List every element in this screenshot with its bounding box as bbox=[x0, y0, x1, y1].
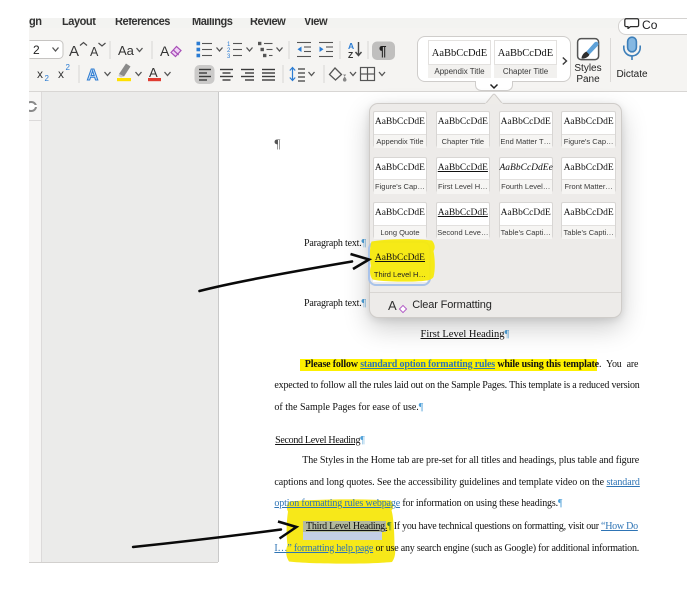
svg-text:Z: Z bbox=[348, 50, 353, 60]
svg-text:x: x bbox=[37, 67, 43, 81]
svg-text:A: A bbox=[69, 43, 79, 60]
svg-text:Aa: Aa bbox=[118, 43, 135, 58]
svg-text:¶: ¶ bbox=[379, 44, 387, 59]
svg-text:x: x bbox=[58, 67, 64, 81]
svg-text:A: A bbox=[149, 65, 158, 80]
svg-text:2: 2 bbox=[45, 74, 50, 83]
svg-text:A: A bbox=[160, 43, 170, 59]
svg-text:3: 3 bbox=[227, 54, 231, 60]
svg-text:A: A bbox=[87, 67, 98, 84]
svg-text:2: 2 bbox=[66, 63, 71, 72]
svg-text:A: A bbox=[90, 45, 99, 59]
svg-text:2: 2 bbox=[33, 43, 40, 57]
